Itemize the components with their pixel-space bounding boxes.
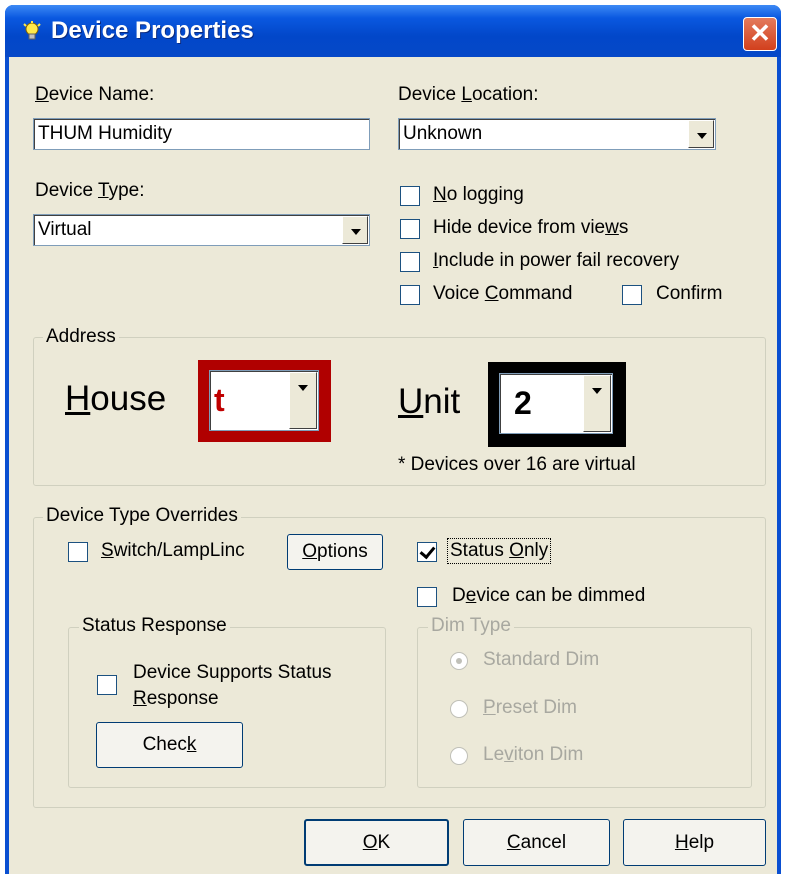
standard-dim-label[interactable]: Standard Dim xyxy=(483,649,599,671)
confirm-label[interactable]: Confirm xyxy=(656,283,723,305)
unit-label: Unit xyxy=(398,382,461,421)
cancel-button[interactable]: Cancel xyxy=(463,819,610,866)
confirm-checkbox[interactable] xyxy=(622,285,642,305)
device-location-value: Unknown xyxy=(403,123,483,144)
dim-type-title: Dim Type xyxy=(428,615,514,637)
switch-lamplinc-label[interactable]: Switch/LampLinc xyxy=(101,540,245,562)
house-label: House xyxy=(65,379,167,418)
leviton-dim-label[interactable]: Leviton Dim xyxy=(483,744,583,766)
ok-button[interactable]: OK xyxy=(304,819,449,866)
chevron-down-icon[interactable] xyxy=(583,375,611,432)
house-code-select[interactable]: t xyxy=(209,370,319,431)
unit-code-select[interactable]: 2 xyxy=(499,373,613,434)
status-only-checkbox[interactable] xyxy=(417,542,437,562)
check-button[interactable]: Check xyxy=(96,722,243,768)
power-fail-recovery-label[interactable]: Include in power fail recovery xyxy=(433,250,679,272)
hide-device-label[interactable]: Hide device from views xyxy=(433,217,628,239)
supports-status-response-label[interactable]: Device Supports Status Response xyxy=(133,660,332,712)
hide-device-checkbox[interactable] xyxy=(400,219,420,239)
no-logging-checkbox[interactable] xyxy=(400,186,420,206)
house-code-value: t xyxy=(214,382,225,418)
help-button[interactable]: Help xyxy=(623,819,766,866)
device-location-label: Device Location: xyxy=(398,84,539,105)
lightbulb-icon xyxy=(23,21,41,40)
switch-lamplinc-checkbox[interactable] xyxy=(68,542,88,562)
device-location-select[interactable]: Unknown xyxy=(398,118,716,150)
close-button[interactable]: ✕ xyxy=(743,17,777,51)
options-button[interactable]: Options xyxy=(287,534,383,570)
chevron-down-icon[interactable] xyxy=(688,120,714,148)
can-be-dimmed-checkbox[interactable] xyxy=(417,587,437,607)
window-title: Device Properties xyxy=(51,17,254,44)
preset-dim-label[interactable]: Preset Dim xyxy=(483,697,577,719)
dialog-body: Device Name: THUM Humidity Device Locati… xyxy=(9,57,777,874)
standard-dim-radio[interactable] xyxy=(450,652,468,670)
preset-dim-radio[interactable] xyxy=(450,700,468,718)
can-be-dimmed-label[interactable]: Device can be dimmed xyxy=(452,585,645,607)
close-icon: ✕ xyxy=(749,18,771,48)
voice-command-label[interactable]: Voice Command xyxy=(433,283,572,305)
status-response-title: Status Response xyxy=(79,615,230,637)
chevron-down-icon[interactable] xyxy=(289,372,317,429)
unit-code-value: 2 xyxy=(514,385,532,421)
overrides-group-title: Device Type Overrides xyxy=(43,505,241,527)
power-fail-recovery-checkbox[interactable] xyxy=(400,252,420,272)
chevron-down-icon[interactable] xyxy=(342,216,368,244)
leviton-dim-radio[interactable] xyxy=(450,747,468,765)
no-logging-label[interactable]: No logging xyxy=(433,184,524,206)
device-properties-window: Device Properties ✕ Device Name: THUM Hu… xyxy=(5,5,781,874)
device-name-input[interactable]: THUM Humidity xyxy=(33,118,370,150)
device-type-select[interactable]: Virtual xyxy=(33,214,370,246)
address-group-title: Address xyxy=(43,326,119,348)
title-bar[interactable]: Device Properties ✕ xyxy=(5,5,781,57)
status-only-label[interactable]: Status Only xyxy=(447,538,552,564)
voice-command-checkbox[interactable] xyxy=(400,285,420,305)
virtual-note: * Devices over 16 are virtual xyxy=(398,454,636,475)
device-type-value: Virtual xyxy=(38,219,92,240)
device-type-label: Device Type: xyxy=(35,180,145,201)
device-name-label: Device Name: xyxy=(35,84,155,105)
supports-status-response-checkbox[interactable] xyxy=(97,675,117,695)
